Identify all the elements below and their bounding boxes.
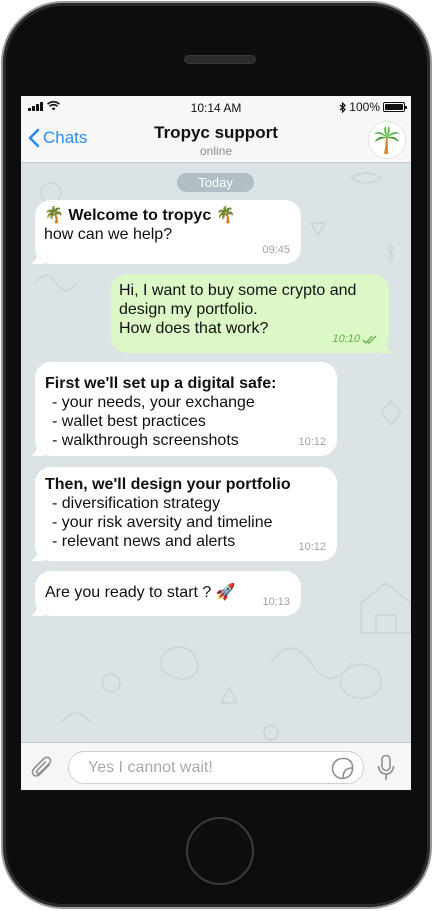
avatar[interactable]	[368, 121, 406, 159]
message-title: Then, we'll design your portfolio	[45, 476, 291, 493]
message-text: - diversification strategy	[52, 495, 221, 512]
message-incoming[interactable]: First we'll set up a digital safe: - you…	[30, 362, 337, 456]
bubble-tail	[30, 250, 44, 264]
message-title: First we'll set up a digital safe:	[45, 375, 277, 392]
sticker-icon[interactable]	[331, 757, 354, 785]
home-button[interactable]	[186, 817, 254, 885]
message-text: - wallet best practices	[52, 413, 206, 430]
status-right: 100%	[339, 100, 407, 114]
bluetooth-icon	[339, 101, 347, 113]
phone-frame: 10:14 AM 100% Chats Tropyc support onlin…	[1, 1, 432, 909]
battery-icon	[383, 102, 407, 112]
double-check-icon	[362, 335, 377, 344]
microphone-icon[interactable]	[376, 754, 396, 787]
paperclip-icon[interactable]	[31, 755, 55, 786]
message-time: 09:45	[262, 244, 290, 256]
chat-area[interactable]: Today 🌴 Welcome to tropyc 🌴 how can we h…	[21, 163, 411, 742]
message-time: 10:12	[298, 541, 326, 553]
message-text: 🌴 Welcome to tropyc 🌴	[44, 207, 236, 224]
chat-title[interactable]: Tropyc support	[21, 123, 411, 143]
bubble-tail	[30, 442, 44, 456]
message-time: 10:10	[332, 330, 378, 349]
message-text: - relevant news and alerts	[52, 533, 236, 550]
message-text: - your needs, your exchange	[52, 394, 255, 411]
message-incoming[interactable]: 🌴 Welcome to tropyc 🌴 how can we help? 0…	[30, 200, 301, 264]
message-time: 10:12	[298, 436, 326, 448]
bubble-tail	[30, 602, 44, 616]
battery-percent: 100%	[349, 100, 380, 114]
palm-tree-icon	[374, 126, 400, 154]
composer-bar	[21, 742, 411, 790]
message-text: design my portfolio.	[119, 301, 258, 318]
message-incoming[interactable]: Are you ready to start ? 🚀 10:13	[30, 571, 301, 616]
date-separator: Today	[177, 173, 254, 192]
message-time: 10:13	[262, 596, 290, 608]
screen: 10:14 AM 100% Chats Tropyc support onlin…	[21, 96, 411, 790]
status-bar: 10:14 AM 100%	[21, 96, 411, 118]
message-input[interactable]	[68, 751, 364, 784]
chat-header: Chats Tropyc support online	[21, 118, 411, 163]
message-time-label: 10:10	[332, 333, 360, 345]
message-text: - your risk aversity and timeline	[52, 514, 273, 531]
earpiece-speaker	[184, 55, 256, 64]
message-text: Hi, I want to buy some crypto and	[119, 282, 357, 299]
message-text: - walkthrough screenshots	[52, 432, 239, 449]
chat-status: online	[199, 144, 233, 158]
bubble-tail	[380, 339, 394, 353]
message-incoming[interactable]: Then, we'll design your portfolio - dive…	[30, 467, 337, 561]
message-outgoing[interactable]: Hi, I want to buy some crypto and design…	[111, 274, 394, 353]
bubble-tail	[30, 547, 44, 561]
